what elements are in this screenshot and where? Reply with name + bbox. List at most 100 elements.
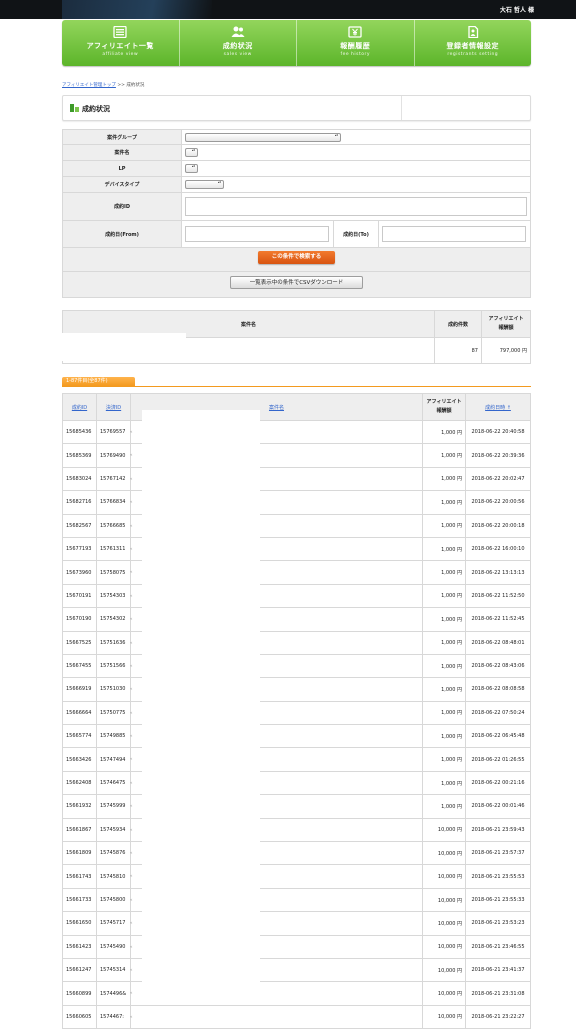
truncation-mark-icon: « bbox=[130, 1013, 133, 1019]
breadcrumb-link-top[interactable]: アフィリエイト管理トップ bbox=[62, 83, 116, 88]
truncation-mark-icon: « bbox=[130, 475, 133, 481]
document-icon bbox=[468, 26, 478, 38]
id-input[interactable] bbox=[185, 197, 527, 216]
truncation-mark-icon: « bbox=[130, 429, 133, 434]
nav-sublabel: sales view bbox=[223, 52, 252, 57]
sale-id: 15666919 bbox=[62, 677, 97, 702]
header-decoration bbox=[62, 0, 212, 19]
page-title: 成約状況 bbox=[82, 105, 110, 113]
table-row: 15661932 15745999 « 1,000 円 2018-06-22 00:01… bbox=[62, 794, 531, 819]
name-select[interactable] bbox=[185, 148, 198, 157]
sale-date: 2018-06-21 23:57:37 bbox=[465, 841, 531, 866]
sale-id: 15667525 bbox=[62, 630, 97, 655]
nav-fee-history[interactable]: 報酬履歴 fee history bbox=[297, 20, 415, 66]
sale-id: 15665774 bbox=[62, 724, 97, 749]
fee: 1,000 円 bbox=[422, 583, 466, 609]
payment-id: 15745314 bbox=[96, 957, 131, 983]
sale-id: 15663426 bbox=[62, 747, 97, 772]
sale-id: 15661733 bbox=[62, 887, 97, 913]
truncation-mark-icon: « bbox=[130, 850, 133, 856]
fee: 1,000 円 bbox=[422, 513, 466, 538]
filter-form: 案件グループ 案件名 LP デバイスタイプ 成約ID 成約日(From) 成約日… bbox=[62, 129, 531, 298]
fee: 1,000 円 bbox=[422, 794, 466, 819]
name-label: 案件名 bbox=[62, 144, 182, 161]
payment-id: 15745934 bbox=[96, 817, 131, 843]
truncation-mark-icon: « bbox=[130, 896, 133, 902]
sale-id: 15682567 bbox=[62, 513, 97, 538]
fee: 10,000 円 bbox=[422, 864, 466, 889]
search-button[interactable]: この条件で検索する bbox=[258, 251, 335, 264]
sort-date-link[interactable]: 成約日時 ↑ bbox=[485, 405, 511, 411]
sale-date: 2018-06-22 01:26:55 bbox=[465, 747, 531, 772]
sale-date: 2018-06-21 23:55:53 bbox=[465, 864, 531, 889]
group-select[interactable] bbox=[185, 132, 341, 142]
table-row: 15661423 15745490 « 10,000 円 2018-06-21 23:4… bbox=[62, 934, 531, 959]
truncation-mark-icon: « bbox=[130, 639, 133, 645]
table-row: 15667525 15751636 « 1,000 円 2018-06-22 08:48… bbox=[62, 630, 531, 655]
fee: 1,000 円 bbox=[422, 653, 466, 679]
sale-id: 15670190 bbox=[62, 607, 97, 632]
truncation-mark-icon: « bbox=[130, 616, 133, 622]
device-select[interactable] bbox=[185, 180, 224, 189]
truncation-mark-icon: « bbox=[130, 522, 133, 528]
device-label: デバイスタイプ bbox=[62, 176, 182, 193]
page-title-box: 成約状況 bbox=[62, 95, 531, 121]
payment-id: 15751566 bbox=[96, 653, 131, 679]
payment-id: 15750775 bbox=[96, 700, 131, 726]
payment-id: 15745876 bbox=[96, 841, 131, 866]
fee: 1,000 円 bbox=[422, 677, 466, 702]
sale-date: 2018-06-22 20:40:58 bbox=[465, 419, 531, 445]
sale-id: 15660605 bbox=[62, 1004, 97, 1029]
sales-list-table: 成約ID 決済ID 案件名 アフィリエイト 報酬額 成約日時 ↑ 15685436… bbox=[62, 393, 531, 1029]
table-row: 15685369 15769490 « 1,000 円 2018-06-22 20:39… bbox=[62, 443, 531, 468]
sort-payment-id-link[interactable]: 決済ID bbox=[106, 405, 121, 411]
fee: 10,000 円 bbox=[422, 887, 466, 913]
nav-sublabel: registrants setting bbox=[447, 52, 499, 57]
sale-date: 2018-06-22 06:45:48 bbox=[465, 724, 531, 749]
sale-date: 2018-06-22 11:52:50 bbox=[465, 583, 531, 609]
sort-name-link[interactable]: 案件名 bbox=[269, 405, 284, 411]
table-row: 15677193 15761311 « 1,000 円 2018-06-22 16:00… bbox=[62, 536, 531, 562]
fee: 1,000 円 bbox=[422, 560, 466, 585]
truncation-mark-icon: « bbox=[130, 569, 133, 575]
payment-id: 15766834 bbox=[96, 490, 131, 515]
fee: 1,000 円 bbox=[422, 607, 466, 632]
lp-select[interactable] bbox=[185, 164, 198, 173]
truncation-mark-icon: « bbox=[130, 873, 133, 879]
truncation-mark-icon: « bbox=[130, 920, 133, 926]
nav-sales-view[interactable]: 成約状況 sales view bbox=[180, 20, 297, 66]
sale-id: 15662408 bbox=[62, 770, 97, 796]
breadcrumb: アフィリエイト管理トップ >> 成約状況 bbox=[62, 82, 144, 88]
payment-id: 15754303 bbox=[96, 583, 131, 609]
table-row: 15660605 1574467: « 10,000 円 2018-06-21 23:2… bbox=[62, 1004, 531, 1029]
from-date-input[interactable] bbox=[185, 226, 329, 242]
nav-registrants-setting[interactable]: 登録者情報設定 registrants setting bbox=[415, 20, 532, 66]
fee: 1,000 円 bbox=[422, 724, 466, 749]
to-date-input[interactable] bbox=[382, 226, 526, 242]
csv-download-button[interactable]: 一覧表示中の条件でCSVダウンロード bbox=[230, 276, 363, 289]
list-body: 15685436 15769557 «1,000 円 2018-06-22 20:40… bbox=[62, 419, 531, 1029]
sale-id: 15661247 bbox=[62, 957, 97, 983]
sale-date: 2018-06-22 20:00:56 bbox=[465, 490, 531, 515]
nav-affiliate-view[interactable]: アフィリエイト一覧 affiliate view bbox=[62, 20, 180, 66]
truncation-mark-icon: « bbox=[130, 826, 133, 832]
fee: 10,000 円 bbox=[422, 841, 466, 866]
tab-underline bbox=[62, 386, 531, 387]
payment-id: 1574496& bbox=[96, 981, 131, 1006]
nav-sublabel: fee history bbox=[340, 52, 371, 57]
list-icon bbox=[113, 26, 127, 38]
table-row: 15661733 15745800 « 10,000 円 2018-06-21 23:5… bbox=[62, 887, 531, 913]
summary-count: 87 bbox=[434, 337, 482, 364]
id-label: 成約ID bbox=[62, 192, 182, 221]
summary-count-header: 成約件数 bbox=[434, 310, 482, 338]
truncation-mark-icon: « bbox=[130, 452, 133, 458]
sale-id: 15685436 bbox=[62, 419, 97, 445]
truncation-mark-icon: « bbox=[130, 990, 133, 996]
table-row: 15673960 15758075 « 1,000 円 2018-06-22 13:13… bbox=[62, 560, 531, 585]
sort-id-link[interactable]: 成約ID bbox=[72, 405, 87, 411]
table-row: 15661867 15745934 « 10,000 円 2018-06-21 23:5… bbox=[62, 817, 531, 843]
sale-date: 2018-06-22 20:00:18 bbox=[465, 513, 531, 538]
fee: 1,000 円 bbox=[422, 630, 466, 655]
fee: 10,000 円 bbox=[422, 1004, 466, 1029]
table-row: 15685436 15769557 « 1,000 円 2018-06-22 20:40… bbox=[62, 419, 531, 445]
